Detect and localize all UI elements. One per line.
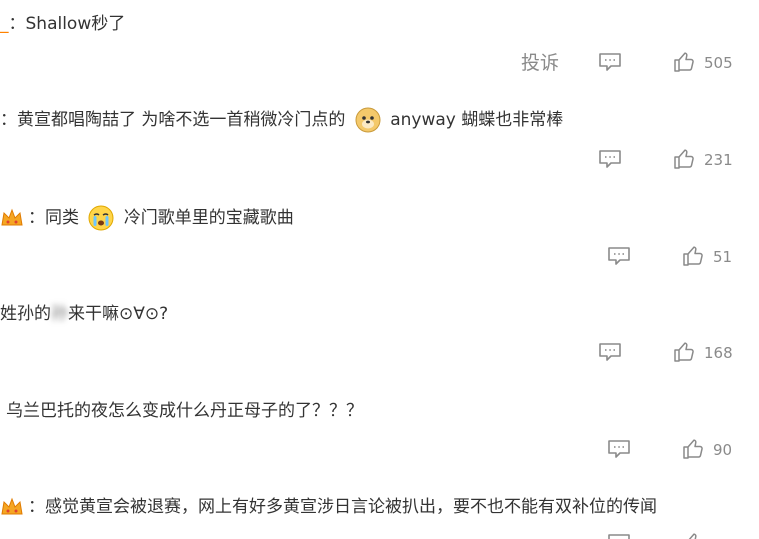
thumbs-up-icon — [674, 149, 694, 169]
like-count: 51 — [713, 248, 733, 266]
reply-comment-icon[interactable] — [598, 52, 622, 72]
comment-item: 乌兰巴托的夜怎么变成什么丹正母子的了？？？ 90 — [0, 388, 759, 485]
reply-comment-icon[interactable] — [607, 246, 631, 266]
fan-crown-badge-icon[interactable] — [0, 207, 24, 229]
comment-body-continued: 来干嘛⊙∀⊙? — [68, 304, 169, 324]
comment-body-continued: anyway 蝴蝶也非常棒 — [390, 110, 564, 130]
thumbs-up-icon — [683, 439, 703, 459]
report-button[interactable]: 投诉 — [521, 50, 559, 76]
comment-actions: 231 — [0, 147, 759, 173]
reply-comment-icon[interactable] — [607, 533, 631, 539]
crying-emoji — [88, 205, 114, 231]
blurred-text: 孙 — [51, 304, 68, 324]
reply-comment-icon[interactable] — [607, 439, 631, 459]
comment-text: 姓孙的孙来干嘛⊙∀⊙? — [0, 302, 168, 326]
comment-actions: 168 — [0, 340, 759, 366]
comment-body: ：感觉黄宣会被退赛，网上有好多黄宣涉日言论被扒出，要不也不能有双补位的传闻 — [28, 497, 657, 517]
thumbs-up-icon — [674, 342, 694, 362]
comment-text: ：黄宣都唱陶喆了 为啥不选一首稍微冷门点的 anyway 蝴蝶也非常棒 — [0, 107, 563, 133]
thumbs-up-icon[interactable] — [681, 531, 705, 539]
comment-item: 姓孙的孙来干嘛⊙∀⊙? 168 — [0, 291, 759, 388]
comment-actions: 51 — [0, 244, 759, 270]
comment-text: 乌兰巴托的夜怎么变成什么丹正母子的了？？？ — [6, 399, 363, 423]
comment-body: ：黄宣都唱陶喆了 为啥不选一首稍微冷门点的 — [0, 110, 346, 130]
comment-item: ：黄宣都唱陶喆了 为啥不选一首稍微冷门点的 anyway 蝴蝶也非常棒 231 — [0, 97, 759, 194]
comment-item: ：同类 冷门歌单里的宝藏歌曲 51 — [0, 194, 759, 291]
thumbs-up-icon — [674, 52, 694, 72]
comment-item: ：感觉黄宣会被退赛，网上有好多黄宣涉日言论被扒出，要不也不能有双补位的传闻 — [0, 485, 759, 539]
comment-body: 姓孙的 — [0, 304, 51, 324]
like-count: 90 — [713, 441, 733, 459]
comment-body: 乌兰巴托的夜怎么变成什么丹正母子的了？？？ — [6, 401, 363, 421]
like-count: 168 — [704, 344, 733, 362]
username-fragment[interactable]: _ — [0, 14, 9, 34]
comment-actions: 90 — [0, 437, 759, 463]
comment-text: ：感觉黄宣会被退赛，网上有好多黄宣涉日言论被扒出，要不也不能有双补位的传闻 — [0, 495, 657, 519]
fan-crown-badge-icon[interactable] — [0, 496, 24, 518]
comment-text: _：Shallow秒了 — [0, 12, 125, 36]
comment-body-continued: 冷门歌单里的宝藏歌曲 — [123, 208, 294, 228]
reply-comment-icon[interactable] — [598, 149, 622, 169]
comment-body: ：Shallow秒了 — [8, 14, 126, 34]
comment-actions: 投诉 505 — [0, 50, 759, 76]
comment-body: ：同类 — [28, 208, 79, 228]
comment-item: _：Shallow秒了 投诉 505 — [0, 0, 759, 97]
comment-text: ：同类 冷门歌单里的宝藏歌曲 — [0, 205, 294, 231]
like-count: 505 — [704, 54, 733, 72]
reply-comment-icon[interactable] — [598, 342, 622, 362]
thumbs-up-icon — [683, 246, 703, 266]
doge-emoji — [355, 107, 381, 133]
like-count: 231 — [704, 151, 733, 169]
